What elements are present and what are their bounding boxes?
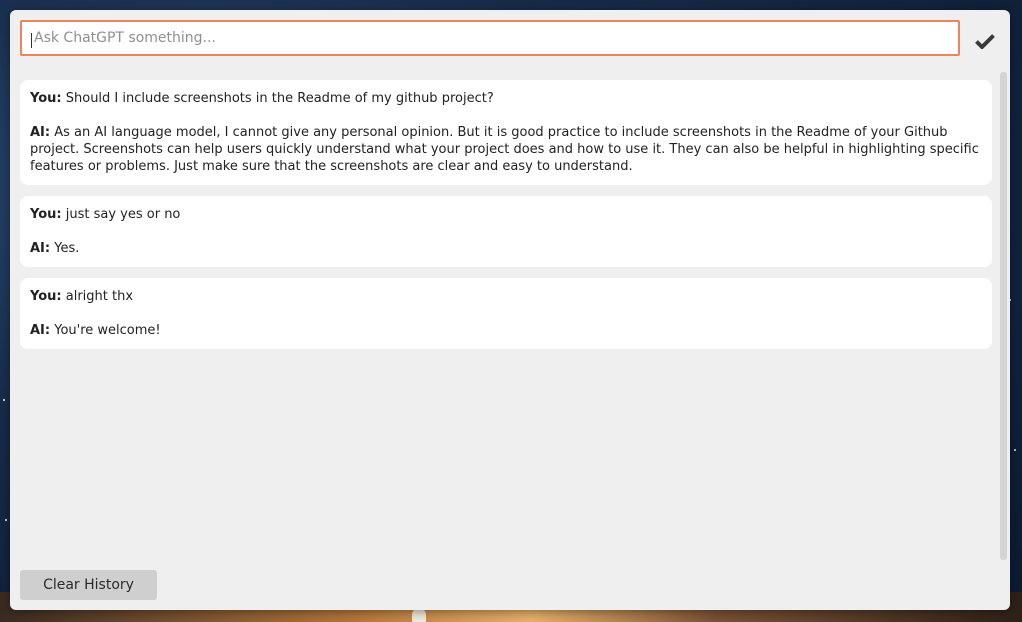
ai-speaker-label: AI: bbox=[30, 323, 51, 338]
ai-message-text: You're welcome! bbox=[54, 323, 161, 338]
ai-speaker-label: AI: bbox=[30, 125, 51, 140]
message-card: You: Should I include screenshots in the… bbox=[20, 80, 992, 185]
user-message: You: just say yes or no bbox=[30, 206, 982, 223]
user-message: You: alright thx bbox=[30, 288, 982, 305]
clear-history-button[interactable]: Clear History bbox=[20, 570, 157, 600]
ai-message: AI: Yes. bbox=[30, 240, 982, 257]
user-message-text: Should I include screenshots in the Read… bbox=[65, 91, 494, 106]
message-list: You: Should I include screenshots in the… bbox=[20, 80, 992, 360]
checkmark-icon bbox=[975, 34, 995, 49]
ai-message: AI: You're welcome! bbox=[30, 322, 982, 339]
ai-message-text: Yes. bbox=[54, 241, 80, 256]
user-message: You: Should I include screenshots in the… bbox=[30, 90, 982, 107]
user-message-text: alright thx bbox=[65, 289, 134, 304]
user-speaker-label: You: bbox=[30, 207, 62, 222]
ai-speaker-label: AI: bbox=[30, 241, 51, 256]
user-message-text: just say yes or no bbox=[65, 207, 181, 222]
text-caret bbox=[31, 33, 32, 48]
message-card: You: just say yes or no AI: Yes. bbox=[20, 196, 992, 267]
user-speaker-label: You: bbox=[30, 91, 62, 106]
message-card: You: alright thx AI: You're welcome! bbox=[20, 278, 992, 349]
prompt-input[interactable] bbox=[20, 20, 960, 56]
scrollbar[interactable] bbox=[1000, 72, 1007, 560]
ai-message-text: As an AI language model, I cannot give a… bbox=[30, 125, 979, 174]
ai-message: AI: As an AI language model, I cannot gi… bbox=[30, 124, 982, 175]
chat-window: You: Should I include screenshots in the… bbox=[10, 10, 1010, 610]
user-speaker-label: You: bbox=[30, 289, 62, 304]
submit-button[interactable] bbox=[970, 28, 1000, 54]
